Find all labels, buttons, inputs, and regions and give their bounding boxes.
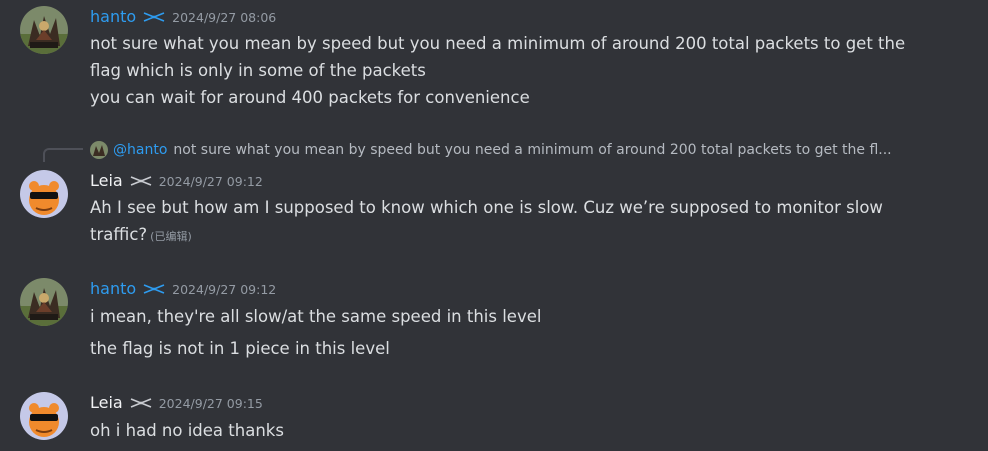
message-header: Leia 2024/9/27 09:12 <box>90 170 263 192</box>
message-content: not sure what you mean by speed but you … <box>90 30 950 111</box>
scissors-icon <box>142 8 166 22</box>
reply-preview[interactable]: @hanto not sure what you mean by speed b… <box>90 140 892 160</box>
avatar-hanto[interactable] <box>20 278 68 326</box>
message-header: Leia 2024/9/27 09:15 <box>90 392 263 414</box>
avatar-leia[interactable] <box>20 170 68 218</box>
scissors-icon <box>129 172 153 186</box>
timestamp: 2024/9/27 09:12 <box>158 174 263 189</box>
scissors-icon <box>142 280 166 294</box>
reply-text: not sure what you mean by speed but you … <box>173 142 892 158</box>
reply-connector <box>43 148 83 162</box>
author-name[interactable]: hanto <box>90 6 136 28</box>
author-name[interactable]: hanto <box>90 278 136 300</box>
message-line-text: traffic? <box>90 225 148 244</box>
message-line: not sure what you mean by speed but you … <box>90 34 906 53</box>
reply-avatar <box>90 141 108 159</box>
message-content: i mean, they're all slow/at the same spe… <box>90 303 950 362</box>
message-line: i mean, they're all slow/at the same spe… <box>90 307 542 326</box>
reply-mention[interactable]: @hanto <box>113 142 167 158</box>
message-line: Ah I see but how am I supposed to know w… <box>90 198 883 217</box>
message-line: the flag is not in 1 piece in this level <box>90 339 390 358</box>
timestamp: 2024/9/27 08:06 <box>172 10 277 25</box>
avatar-hanto[interactable] <box>20 6 68 54</box>
message-line: traffic? (已编辑) <box>90 221 950 250</box>
message-header: hanto 2024/9/27 09:12 <box>90 278 276 300</box>
chat-log: hanto 2024/9/27 08:06 not sure what you … <box>0 0 988 451</box>
message-line: oh i had no idea thanks <box>90 421 284 440</box>
message-line: flag which is only in some of the packet… <box>90 61 426 80</box>
edited-label: (已编辑) <box>150 230 192 243</box>
message-content: Ah I see but how am I supposed to know w… <box>90 194 950 250</box>
message-content: oh i had no idea thanks <box>90 417 950 444</box>
avatar-leia[interactable] <box>20 392 68 440</box>
author-name[interactable]: Leia <box>90 392 123 414</box>
timestamp: 2024/9/27 09:15 <box>158 396 263 411</box>
timestamp: 2024/9/27 09:12 <box>172 282 277 297</box>
message-line: you can wait for around 400 packets for … <box>90 88 530 107</box>
author-name[interactable]: Leia <box>90 170 123 192</box>
message-header: hanto 2024/9/27 08:06 <box>90 6 276 28</box>
scissors-icon <box>129 394 153 408</box>
